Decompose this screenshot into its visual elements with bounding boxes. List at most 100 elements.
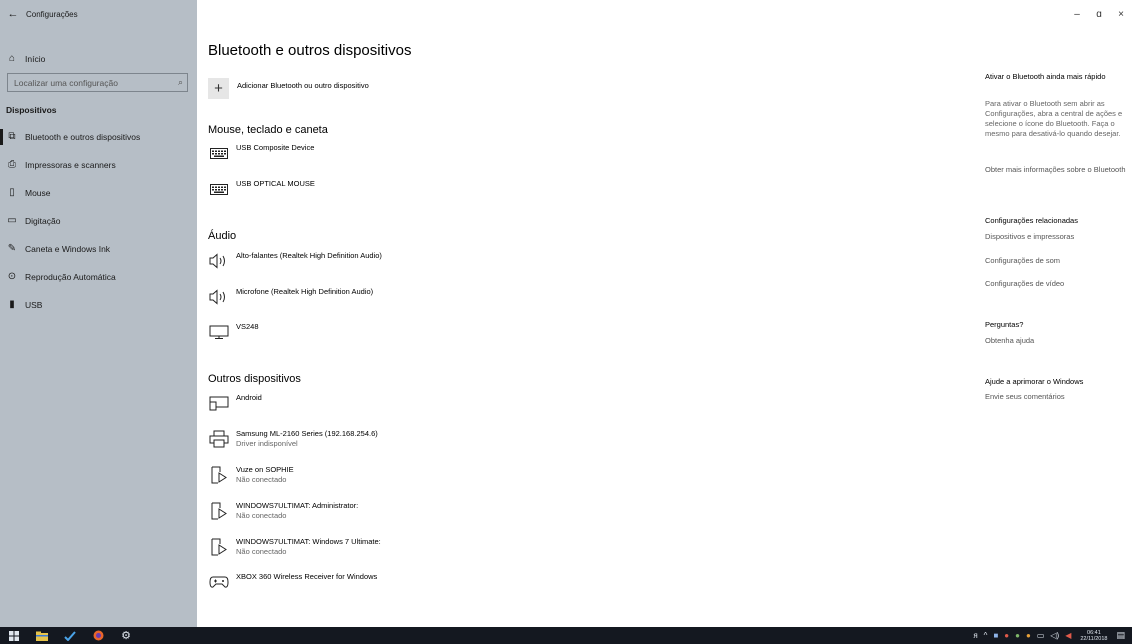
sidebar-item-autoplay[interactable]: ⊙ Reprodução Automática xyxy=(0,266,197,288)
device-xbox-receiver[interactable]: XBOX 360 Wireless Receiver for Windows xyxy=(208,572,377,592)
bt-more-info-link[interactable]: Obter mais informações sobre o Bluetooth xyxy=(985,165,1127,175)
settings-sidebar: ← Configurações ⌂ Início ⌕ Dispositivos … xyxy=(0,0,197,627)
firefox-taskbar-button[interactable] xyxy=(84,627,112,644)
notification-center-icon[interactable]: ▤ xyxy=(1116,630,1125,641)
plus-icon: + xyxy=(208,78,229,99)
settings-search-input[interactable] xyxy=(14,77,164,88)
device-android[interactable]: Android xyxy=(208,393,262,413)
device-microphone[interactable]: Microfone (Realtek High Definition Audio… xyxy=(208,287,373,307)
sidebar-item-label: Reprodução Automática xyxy=(25,272,116,282)
volume-icon[interactable]: ◁) xyxy=(1050,631,1059,640)
title-bar: ← Configurações xyxy=(0,0,197,28)
main-content: Bluetooth e outros dispositivos + Adicio… xyxy=(208,0,968,627)
group-title-others: Outros dispositivos xyxy=(208,373,301,385)
device-samsung-printer[interactable]: Samsung ML-2160 Series (192.168.254.6) D… xyxy=(208,429,378,449)
sidebar-item-bluetooth[interactable]: ⧉ Bluetooth e outros dispositivos xyxy=(0,126,197,148)
sidebar-item-label: Caneta e Windows Ink xyxy=(25,244,111,254)
device-name: USB Composite Device xyxy=(236,143,315,152)
device-name: Samsung ML-2160 Series (192.168.254.6) xyxy=(236,429,378,438)
related-link-sound[interactable]: Configurações de som xyxy=(985,256,1127,266)
improve-windows-heading: Ajude a aprimorar o Windows xyxy=(985,377,1084,386)
sidebar-item-typing[interactable]: ▭ Digitação xyxy=(0,210,197,232)
home-link[interactable]: ⌂ Início xyxy=(0,48,197,70)
folder-icon xyxy=(36,631,48,641)
sidebar-item-pen[interactable]: ✎ Caneta e Windows Ink xyxy=(0,238,197,260)
network-icon[interactable]: ▭ xyxy=(1037,631,1045,640)
device-name: Microfone (Realtek High Definition Audio… xyxy=(236,287,374,296)
tray-app-icon[interactable]: ◀ xyxy=(1065,631,1071,640)
close-button[interactable]: × xyxy=(1110,9,1132,20)
settings-taskbar-button[interactable]: ⚙ xyxy=(112,627,140,644)
device-name: WINDOWS7ULTIMAT: Administrator: xyxy=(236,501,359,510)
speaker-icon xyxy=(208,287,230,307)
phone-icon xyxy=(208,393,230,413)
app-title: Configurações xyxy=(26,9,78,19)
monitor-icon xyxy=(208,322,230,342)
related-link-devices-printers[interactable]: Dispositivos e impressoras xyxy=(985,232,1127,242)
device-status: Driver indisponível xyxy=(236,439,298,448)
get-help-link[interactable]: Obtenha ajuda xyxy=(985,336,1127,346)
tray-app-icon[interactable]: ■ xyxy=(993,631,998,640)
keyboard-icon xyxy=(208,143,230,163)
section-heading: Dispositivos xyxy=(6,105,57,115)
sidebar-item-label: Mouse xyxy=(25,188,51,198)
usb-icon: ▮ xyxy=(9,299,15,310)
selection-indicator xyxy=(0,129,3,145)
related-link-display[interactable]: Configurações de vídeo xyxy=(985,279,1127,289)
tray-app-icon[interactable]: ● xyxy=(1004,631,1009,640)
device-name: Alto-falantes (Realtek High Definition A… xyxy=(236,251,382,260)
firefox-icon xyxy=(93,630,103,641)
tray-app-icon[interactable]: ● xyxy=(1026,631,1031,640)
taskbar: ⚙ ᴙ ^ ■ ● ● ● ▭ ◁) ◀ 06:41 22/11/2018 ▤ xyxy=(0,627,1132,644)
sidebar-item-printers[interactable]: ⎙ Impressoras e scanners xyxy=(0,154,197,176)
keyboard-icon xyxy=(208,179,230,199)
home-label: Início xyxy=(25,54,46,64)
add-device-label: Adicionar Bluetooth ou outro dispositivo xyxy=(237,81,369,90)
sidebar-item-label: Digitação xyxy=(25,216,61,226)
back-button[interactable]: ← xyxy=(0,0,26,28)
autoplay-icon: ⊙ xyxy=(7,271,17,282)
bt-tip-text: Para ativar o Bluetooth sem abrir as Con… xyxy=(985,99,1123,138)
search-icon[interactable]: ⌕ xyxy=(178,77,183,88)
clock[interactable]: 06:41 22/11/2018 xyxy=(1080,630,1107,642)
gamepad-icon xyxy=(208,572,230,592)
mouse-icon: ▯ xyxy=(9,187,15,198)
media-device-icon xyxy=(208,537,230,557)
add-device-button[interactable]: + Adicionar Bluetooth ou outro dispositi… xyxy=(208,78,369,99)
printer-icon: ⎙ xyxy=(8,159,16,170)
page-title: Bluetooth e outros dispositivos xyxy=(208,42,412,59)
device-status: Não conectado xyxy=(236,547,287,556)
device-win7-admin[interactable]: WINDOWS7ULTIMAT: Administrator: Não cone… xyxy=(208,501,358,521)
sidebar-item-usb[interactable]: ▮ USB xyxy=(0,294,197,316)
chevron-up-icon[interactable]: ^ xyxy=(984,631,988,640)
bt-tip-heading: Ativar o Bluetooth ainda mais rápido xyxy=(985,72,1106,81)
start-button[interactable] xyxy=(0,627,28,644)
speaker-icon xyxy=(208,251,230,271)
settings-search-box[interactable]: ⌕ xyxy=(7,73,188,92)
restore-button[interactable]: ɑ xyxy=(1088,9,1110,20)
device-name: VS248 xyxy=(236,322,259,331)
sidebar-item-mouse[interactable]: ▯ Mouse xyxy=(0,182,197,204)
device-vs248[interactable]: VS248 xyxy=(208,322,259,342)
minimize-button[interactable]: – xyxy=(1066,9,1088,20)
people-icon[interactable]: ᴙ xyxy=(973,631,977,640)
device-usb-mouse[interactable]: USB OPTICAL MOUSE xyxy=(208,179,315,199)
media-device-icon xyxy=(208,465,230,485)
device-status: Não conectado xyxy=(236,511,287,520)
file-explorer-taskbar-button[interactable] xyxy=(28,627,56,644)
feedback-link[interactable]: Envie seus comentários xyxy=(985,392,1127,402)
device-speakers[interactable]: Alto-falantes (Realtek High Definition A… xyxy=(208,251,382,271)
window-controls: – ɑ × xyxy=(1066,0,1132,28)
device-usb-composite[interactable]: USB Composite Device xyxy=(208,143,314,163)
device-name: Vuze on SOPHIE xyxy=(236,465,294,474)
keyboard-icon: ▭ xyxy=(7,215,17,226)
device-name: WINDOWS7ULTIMAT: Windows 7 Ultimate: xyxy=(236,537,381,546)
device-vuze[interactable]: Vuze on SOPHIE Não conectado xyxy=(208,465,294,485)
device-win7-ultimate[interactable]: WINDOWS7ULTIMAT: Windows 7 Ultimate: Não… xyxy=(208,537,381,557)
app-taskbar-button[interactable] xyxy=(56,627,84,644)
tray-app-icon[interactable]: ● xyxy=(1015,631,1020,640)
windows-logo-icon xyxy=(9,630,19,641)
printer-icon xyxy=(208,429,230,449)
device-name: Android xyxy=(236,393,262,402)
home-icon: ⌂ xyxy=(8,53,16,64)
